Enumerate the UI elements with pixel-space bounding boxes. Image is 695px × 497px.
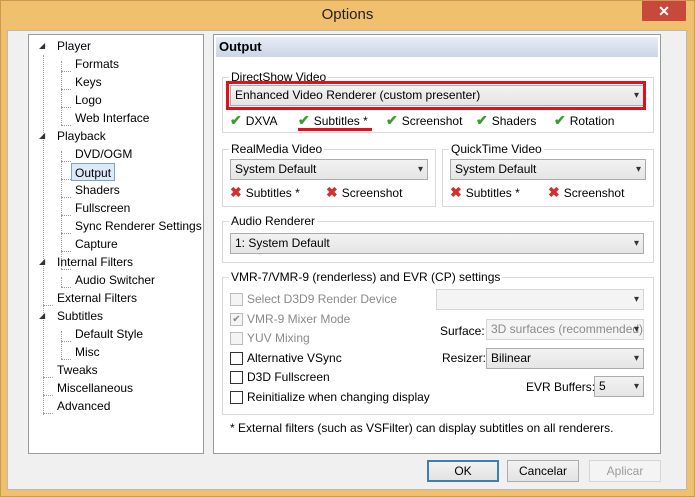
apply-button[interactable]: Aplicar [589, 460, 661, 482]
cross-icon: ✖ [326, 184, 338, 200]
realmedia-screenshot: ✖ Screenshot [326, 184, 403, 200]
realmedia-label: RealMedia Video [229, 142, 325, 156]
chevron-down-icon: ▾ [633, 294, 639, 305]
cancel-button[interactable]: Cancelar [507, 460, 579, 482]
reinit-display-checkbox[interactable]: Reinitialize when changing display [230, 390, 430, 405]
resizer-value: Bilinear [491, 351, 532, 365]
close-button[interactable]: ✕ [642, 1, 686, 21]
chevron-down-icon: ▾ [633, 381, 639, 392]
chevron-down-icon: ▾ [633, 324, 639, 335]
cap-shaders: ✔ Shaders [476, 112, 537, 128]
vmr9-mixer-checkbox[interactable]: ✔ VMR-9 Mixer Mode [230, 312, 350, 327]
expand-subtitles-icon[interactable]: ◢ [39, 307, 45, 325]
tree-item-web-interface[interactable]: Web Interface [75, 109, 149, 127]
tree-item-output[interactable]: Output [71, 163, 116, 181]
tree-item-dvd-ogm[interactable]: DVD/OGM [75, 145, 132, 163]
highlight-box [226, 81, 646, 110]
quicktime-renderer-select[interactable]: System Default ▾ [450, 159, 646, 180]
audio-renderer-value: 1: System Default [235, 236, 330, 250]
check-icon: ✔ [554, 112, 566, 128]
check-icon: ✔ [298, 112, 310, 128]
options-tree[interactable]: ◢ Player Formats Keys Logo Web Interface… [28, 34, 204, 454]
tree-line [61, 331, 62, 359]
audio-renderer-label: Audio Renderer [229, 214, 318, 228]
tree-item-logo[interactable]: Logo [75, 91, 102, 109]
chevron-down-icon: ▾ [633, 238, 639, 249]
tree-item-shaders[interactable]: Shaders [75, 181, 120, 199]
quicktime-renderer-value: System Default [455, 162, 537, 176]
cross-icon: ✖ [230, 184, 242, 200]
tree-line [43, 55, 44, 415]
tree-line [61, 277, 62, 287]
realmedia-renderer-select[interactable]: System Default ▾ [230, 159, 428, 180]
alt-vsync-checkbox[interactable]: Alternative VSync [230, 351, 342, 366]
quicktime-label: QuickTime Video [449, 142, 544, 156]
expand-player-icon[interactable]: ◢ [39, 37, 45, 55]
tree-item-subtitles[interactable]: Subtitles [57, 307, 103, 325]
ok-button[interactable]: OK [427, 460, 499, 482]
select-d3d9-checkbox[interactable]: Select D3D9 Render Device [230, 292, 397, 307]
cross-icon: ✖ [450, 184, 462, 200]
tree-item-advanced[interactable]: Advanced [57, 397, 110, 415]
quicktime-screenshot: ✖ Screenshot [548, 184, 625, 200]
realmedia-renderer-value: System Default [235, 162, 317, 176]
resizer-label: Resizer: [442, 351, 487, 365]
tree-item-keys[interactable]: Keys [75, 73, 102, 91]
tree-item-misc[interactable]: Misc [75, 343, 100, 361]
surface-label: Surface: [440, 324, 485, 338]
surface-select[interactable]: 3D surfaces (recommended) ▾ [486, 319, 644, 340]
tree-item-capture[interactable]: Capture [75, 235, 118, 253]
cross-icon: ✖ [548, 184, 560, 200]
cap-subtitles: ✔ Subtitles * [298, 112, 368, 128]
tree-item-tweaks[interactable]: Tweaks [57, 361, 98, 379]
tree-item-audio-switcher[interactable]: Audio Switcher [75, 271, 155, 289]
cap-dxva: ✔ DXVA [230, 112, 278, 128]
surface-value: 3D surfaces (recommended) [491, 322, 644, 336]
tree-item-player[interactable]: Player [57, 37, 91, 55]
tree-item-playback[interactable]: Playback [57, 127, 106, 145]
check-icon: ✔ [386, 112, 398, 128]
tree-item-fullscreen[interactable]: Fullscreen [75, 199, 130, 217]
page-title: Output [216, 37, 658, 57]
resizer-select[interactable]: Bilinear ▾ [486, 348, 644, 369]
tree-item-formats[interactable]: Formats [75, 55, 119, 73]
d3d9-device-select[interactable]: ▾ [436, 289, 644, 310]
yuv-mixing-checkbox[interactable]: YUV Mixing [230, 331, 310, 346]
quicktime-subtitles: ✖ Subtitles * [450, 184, 520, 200]
chevron-down-icon: ▾ [417, 164, 423, 175]
tree-item-internal-filters[interactable]: Internal Filters [57, 253, 133, 271]
cap-screenshot: ✔ Screenshot [386, 112, 463, 128]
check-icon: ✔ [230, 112, 242, 128]
output-panel: Output DirectShow Video Enhanced Video R… [213, 34, 661, 454]
check-icon: ✔ [476, 112, 488, 128]
evr-buffers-value: 5 [599, 379, 606, 393]
tree-item-default-style[interactable]: Default Style [75, 325, 143, 343]
expand-internal-filters-icon[interactable]: ◢ [39, 253, 45, 271]
evr-buffers-label: EVR Buffers: [526, 380, 596, 394]
realmedia-subtitles: ✖ Subtitles * [230, 184, 300, 200]
vmr-settings-label: VMR-7/VMR-9 (renderless) and EVR (CP) se… [229, 270, 503, 284]
evr-buffers-select[interactable]: 5 ▾ [594, 376, 644, 397]
window-title: Options [321, 6, 374, 23]
cap-rotation: ✔ Rotation [554, 112, 615, 128]
expand-playback-icon[interactable]: ◢ [39, 127, 45, 145]
tree-item-sync-renderer[interactable]: Sync Renderer Settings [75, 217, 202, 235]
tree-item-external-filters[interactable]: External Filters [57, 289, 137, 307]
footnote: * External filters (such as VSFilter) ca… [230, 421, 614, 435]
chevron-down-icon: ▾ [633, 353, 639, 364]
tree-item-miscellaneous[interactable]: Miscellaneous [57, 379, 133, 397]
highlight-underline [298, 128, 372, 131]
audio-renderer-select[interactable]: 1: System Default ▾ [230, 233, 644, 254]
d3d-fullscreen-checkbox[interactable]: D3D Fullscreen [230, 370, 330, 385]
chevron-down-icon: ▾ [635, 164, 641, 175]
